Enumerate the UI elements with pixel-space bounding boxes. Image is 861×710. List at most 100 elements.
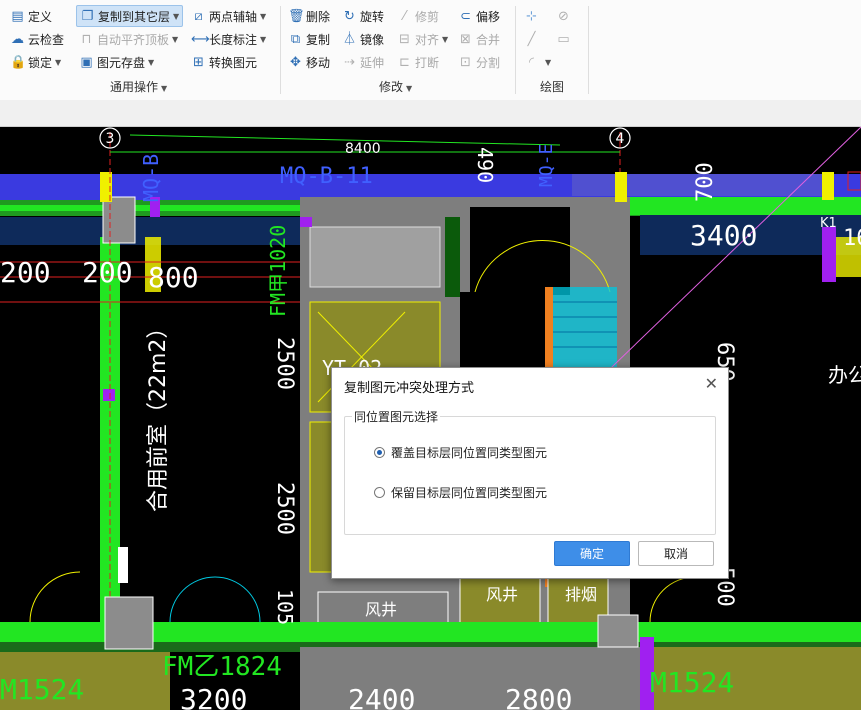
axis-label: 4	[616, 131, 625, 147]
dimension-text: 105	[273, 589, 297, 625]
auto-flat-slab-button[interactable]: ⊓ 自动平齐顶板 ▼	[79, 29, 178, 49]
room-block	[309, 226, 441, 288]
column	[104, 596, 154, 650]
define-button[interactable]: ▤ 定义	[10, 6, 52, 26]
cloud-check-button[interactable]: ☁ 云检查	[10, 29, 64, 49]
save-icon: ▣	[80, 54, 93, 70]
delete-button[interactable]: 🗑 删除	[288, 6, 330, 26]
marker-purple	[822, 227, 836, 282]
group-label-modify[interactable]: 修改 ▼	[379, 78, 412, 95]
break-button[interactable]: ⊏ 打断	[397, 52, 439, 72]
axis-label: 3	[106, 131, 115, 147]
align-icon: ⊟	[399, 31, 410, 47]
group-label-general[interactable]: 通用操作 ▼	[110, 78, 167, 95]
room-label: 风井	[365, 600, 397, 619]
cancel-button[interactable]: 取消	[638, 541, 714, 566]
draw-arc-button[interactable]: ◜ ▼	[524, 52, 551, 72]
dialog-title: 复制图元冲突处理方式	[344, 381, 475, 396]
draw-circle-button[interactable]: ⊘	[556, 6, 574, 26]
merge-icon: ⊠	[460, 31, 471, 47]
trim-button[interactable]: ⁄ 修剪	[397, 6, 439, 26]
radio-keep[interactable]: 保留目标层同位置同类型图元	[374, 484, 547, 501]
chevron-down-icon: ▼	[260, 11, 267, 21]
radio-button-selected[interactable]	[374, 447, 385, 458]
chevron-down-icon: ▼	[545, 57, 552, 67]
axis-icon: ⧄	[194, 8, 203, 24]
radio-overwrite[interactable]: 覆盖目标层同位置同类型图元	[374, 444, 547, 461]
define-icon: ▤	[11, 8, 24, 24]
arc-icon: ◜	[528, 54, 535, 70]
radio-label: 覆盖目标层同位置同类型图元	[391, 446, 548, 460]
copy-to-layer-button[interactable]: ❐ 复制到其它层 ▼	[76, 5, 184, 27]
column	[597, 614, 639, 648]
two-point-axis-button[interactable]: ⧄ 两点辅轴 ▼	[191, 6, 266, 26]
copy-icon: ⧉	[290, 31, 301, 47]
dimension-text: 200	[82, 256, 133, 289]
copy-conflict-dialog: 复制图元冲突处理方式 ✕ 同位置图元选择 覆盖目标层同位置同类型图元 保留目标层…	[331, 367, 729, 579]
extend-button[interactable]: ⇢ 延伸	[342, 52, 384, 72]
merge-button[interactable]: ⊠ 合并	[458, 29, 500, 49]
dimension-text: 800	[148, 261, 199, 294]
room-label: 办公	[828, 363, 861, 387]
marker-purple	[103, 389, 115, 401]
ok-button[interactable]: 确定	[554, 541, 630, 566]
chevron-down-icon: ▼	[442, 34, 449, 44]
draw-rect-button[interactable]: ▭	[556, 29, 574, 49]
chevron-down-icon: ▼	[161, 84, 168, 93]
wall-dark	[445, 217, 460, 297]
dimension-text: 3200	[180, 683, 247, 710]
trim-icon: ⁄	[403, 8, 406, 24]
door-leaf	[118, 547, 128, 583]
draw-line-button[interactable]: ╱	[524, 29, 542, 49]
door-area	[470, 207, 570, 295]
convert-element-button[interactable]: ⊞ 转换图元	[191, 52, 257, 72]
offset-button[interactable]: ⊂ 偏移	[458, 6, 500, 26]
slab-icon: ⊓	[81, 31, 92, 47]
point-icon: ⊹	[526, 8, 537, 24]
dimension-text: 200	[0, 256, 51, 289]
group-label-draw: 绘图	[540, 80, 565, 94]
marker-purple	[300, 217, 312, 227]
mirror-button[interactable]: ⏃ 镜像	[342, 29, 384, 49]
tag-text: FM乙1824	[162, 652, 282, 682]
line-icon: ╱	[527, 31, 536, 47]
ribbon-toolbar: ▤ 定义 ❐ 复制到其它层 ▼ ⧄ 两点辅轴 ▼ ☁ 云检查 ⊓ 自动平齐顶板 ▼ ⟷ 长度标注 ▼…	[0, 0, 861, 101]
room-label: 合用前室（22m2）	[146, 317, 171, 512]
rotate-button[interactable]: ↻ 旋转	[342, 6, 384, 26]
stair-treads	[552, 287, 617, 367]
option-group-label: 同位置图元选择	[352, 408, 441, 425]
group-separator	[280, 6, 281, 94]
copy-button[interactable]: ⧉ 复制	[288, 29, 330, 49]
lock-icon: 🔒	[10, 54, 27, 70]
mirror-icon: ⏃	[342, 31, 356, 47]
column-marker	[615, 172, 627, 202]
split-button[interactable]: ⊡ 分割	[458, 52, 500, 72]
length-dim-button[interactable]: ⟷ 长度标注 ▼	[191, 29, 266, 49]
tag-text: K1	[820, 216, 837, 231]
dimension-text: 8400	[345, 141, 381, 157]
draw-point-button[interactable]: ⊹	[524, 6, 542, 26]
move-button[interactable]: ✥ 移动	[288, 52, 330, 72]
circle-icon: ⊘	[558, 8, 569, 24]
tag-text: M1524	[0, 673, 84, 706]
element-save-button[interactable]: ▣ 图元存盘 ▼	[79, 52, 154, 72]
group-separator	[588, 6, 589, 94]
dimension-text: 2800	[505, 683, 572, 710]
dimension-text: 2500	[272, 482, 297, 535]
align-button[interactable]: ⊟ 对齐 ▼	[397, 29, 448, 49]
lock-button[interactable]: 🔒 锁定 ▼	[10, 52, 61, 72]
option-group-box	[344, 416, 716, 535]
radio-button[interactable]	[374, 487, 385, 498]
chevron-down-icon: ▼	[173, 11, 180, 21]
tag-text: MQ-B	[139, 154, 163, 202]
chevron-down-icon: ▼	[148, 57, 155, 67]
chevron-down-icon: ▼	[260, 34, 267, 44]
dimension-text: 2400	[348, 683, 415, 710]
radio-label: 保留目标层同位置同类型图元	[391, 486, 548, 500]
ribbon-bottom-strip	[0, 100, 861, 127]
group-separator	[515, 6, 516, 94]
chevron-down-icon: ▼	[406, 84, 413, 93]
chevron-down-icon: ▼	[55, 57, 62, 67]
dimension-icon: ⟷	[191, 31, 210, 47]
close-icon[interactable]: ✕	[705, 374, 718, 393]
